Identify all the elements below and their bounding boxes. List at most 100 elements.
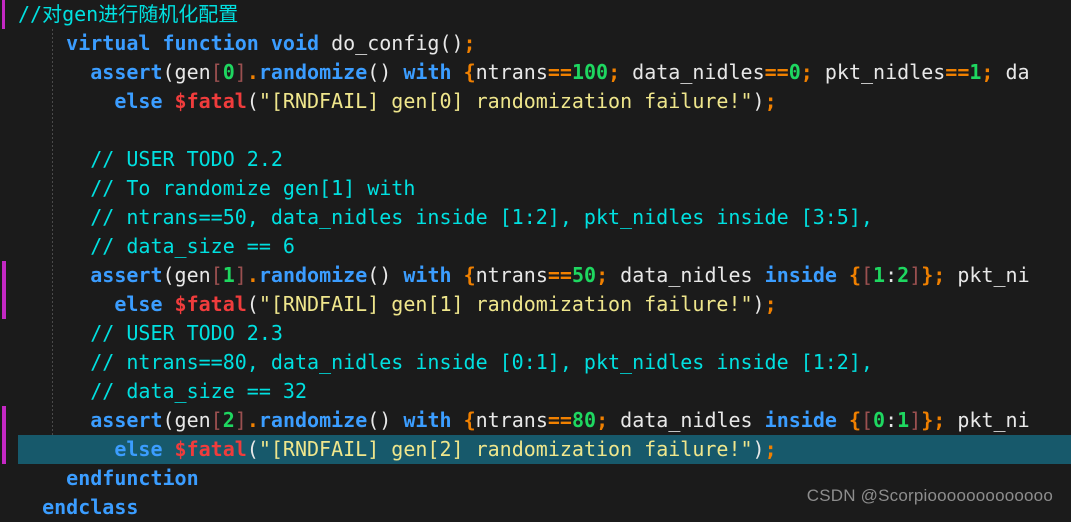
code-content[interactable]: //对gen进行随机化配置 virtual function void do_c… <box>0 0 1071 522</box>
watermark-text: CSDN @Scorpiooooooooooooo <box>806 486 1053 505</box>
code-token: ; <box>463 31 476 55</box>
code-line-text: // data_size == 6 <box>18 232 295 261</box>
code-line-text: // To randomize gen[1] with <box>18 174 415 203</box>
code-token: { <box>848 263 861 287</box>
code-token: randomize <box>258 408 368 432</box>
code-token: ] <box>234 408 247 432</box>
code-token: (gen <box>162 408 211 432</box>
code-line-text: assert(gen[1].randomize() with {ntrans==… <box>18 261 1030 290</box>
code-token: pkt_ni <box>945 263 1030 287</box>
code-line[interactable]: assert(gen[2].randomize() with {ntrans==… <box>0 406 1071 435</box>
code-token: () <box>367 263 404 287</box>
code-token: else <box>114 292 163 316</box>
text-cursor <box>2 0 5 29</box>
code-line[interactable]: else $fatal("[RNDFAIL] gen[0] randomizat… <box>0 87 1071 116</box>
code-line[interactable]: // data_size == 32 <box>0 377 1071 406</box>
code-editor[interactable]: //对gen进行随机化配置 virtual function void do_c… <box>0 0 1071 522</box>
code-line[interactable]: assert(gen[1].randomize() with {ntrans==… <box>0 261 1071 290</box>
code-token: : <box>885 263 898 287</box>
code-line[interactable]: // To randomize gen[1] with <box>0 174 1071 203</box>
code-token: else <box>114 437 163 461</box>
code-token: else <box>114 89 163 113</box>
code-token: 1 <box>969 60 982 84</box>
code-line[interactable]: else $fatal("[RNDFAIL] gen[2] randomizat… <box>0 435 1071 464</box>
code-line[interactable]: // USER TODO 2.2 <box>0 145 1071 174</box>
code-token: // To randomize gen[1] with <box>90 176 416 200</box>
code-token: "[RNDFAIL] gen[2] randomization failure!… <box>258 437 753 461</box>
code-token: ; <box>800 60 813 84</box>
code-token: with <box>403 408 452 432</box>
code-token: ; <box>764 292 777 316</box>
code-line[interactable]: //对gen进行随机化配置 <box>0 0 1071 29</box>
code-token: == <box>547 60 572 84</box>
code-token: pkt_ni <box>945 408 1030 432</box>
code-token: ] <box>909 263 922 287</box>
code-line-text: else $fatal("[RNDFAIL] gen[0] randomizat… <box>18 87 777 116</box>
code-token: 1 <box>222 263 235 287</box>
code-token: endclass <box>42 495 139 519</box>
code-line-text: else $fatal("[RNDFAIL] gen[1] randomizat… <box>18 290 777 319</box>
code-token: 1 <box>873 263 886 287</box>
code-line[interactable]: // ntrans==50, data_nidles inside [1:2],… <box>0 203 1071 232</box>
code-line-text: // USER TODO 2.2 <box>18 145 283 174</box>
code-line[interactable]: // USER TODO 2.3 <box>0 319 1071 348</box>
code-line[interactable]: assert(gen[0].randomize() with {ntrans==… <box>0 58 1071 87</box>
code-token: == <box>764 60 789 84</box>
code-token: ) <box>752 89 765 113</box>
code-line[interactable] <box>0 116 1071 145</box>
code-token: assert <box>90 263 163 287</box>
code-line[interactable]: // ntrans==80, data_nidles inside [0:1],… <box>0 348 1071 377</box>
code-token: // data_size == 32 <box>90 379 307 403</box>
code-token: 0 <box>873 408 886 432</box>
code-token: ] <box>909 408 922 432</box>
code-token: ntrans <box>475 408 548 432</box>
code-token: // USER TODO 2.3 <box>90 321 283 345</box>
code-token: . <box>246 408 259 432</box>
code-token: ; <box>764 89 777 113</box>
code-token: [ <box>210 263 223 287</box>
code-line[interactable]: virtual function void do_config(); <box>0 29 1071 58</box>
code-token: ; <box>596 408 609 432</box>
code-token: [ <box>210 60 223 84</box>
code-token: ; <box>764 437 777 461</box>
change-marker <box>2 406 6 464</box>
code-token: randomize <box>258 263 368 287</box>
code-line[interactable]: else $fatal("[RNDFAIL] gen[1] randomizat… <box>0 290 1071 319</box>
code-token: da <box>993 60 1030 84</box>
code-token: ) <box>752 437 765 461</box>
code-token: data_nidles <box>608 263 765 287</box>
code-line[interactable]: // data_size == 6 <box>0 232 1071 261</box>
code-token: ] <box>234 263 247 287</box>
code-token: ntrans <box>475 60 548 84</box>
code-token: [ <box>210 408 223 432</box>
code-token: 2 <box>897 263 910 287</box>
change-marker <box>2 261 6 319</box>
code-token: { <box>848 408 861 432</box>
code-line-text: assert(gen[2].randomize() with {ntrans==… <box>18 406 1030 435</box>
code-token: { <box>463 263 476 287</box>
code-token: data_nidles <box>620 60 765 84</box>
code-line-text: endclass <box>18 493 138 522</box>
code-token: // ntrans==50, data_nidles inside [1:2],… <box>90 205 873 229</box>
code-token: randomize <box>258 60 368 84</box>
code-line-text: // USER TODO 2.3 <box>18 319 283 348</box>
code-token: [ <box>861 263 874 287</box>
code-token: ] <box>234 60 247 84</box>
